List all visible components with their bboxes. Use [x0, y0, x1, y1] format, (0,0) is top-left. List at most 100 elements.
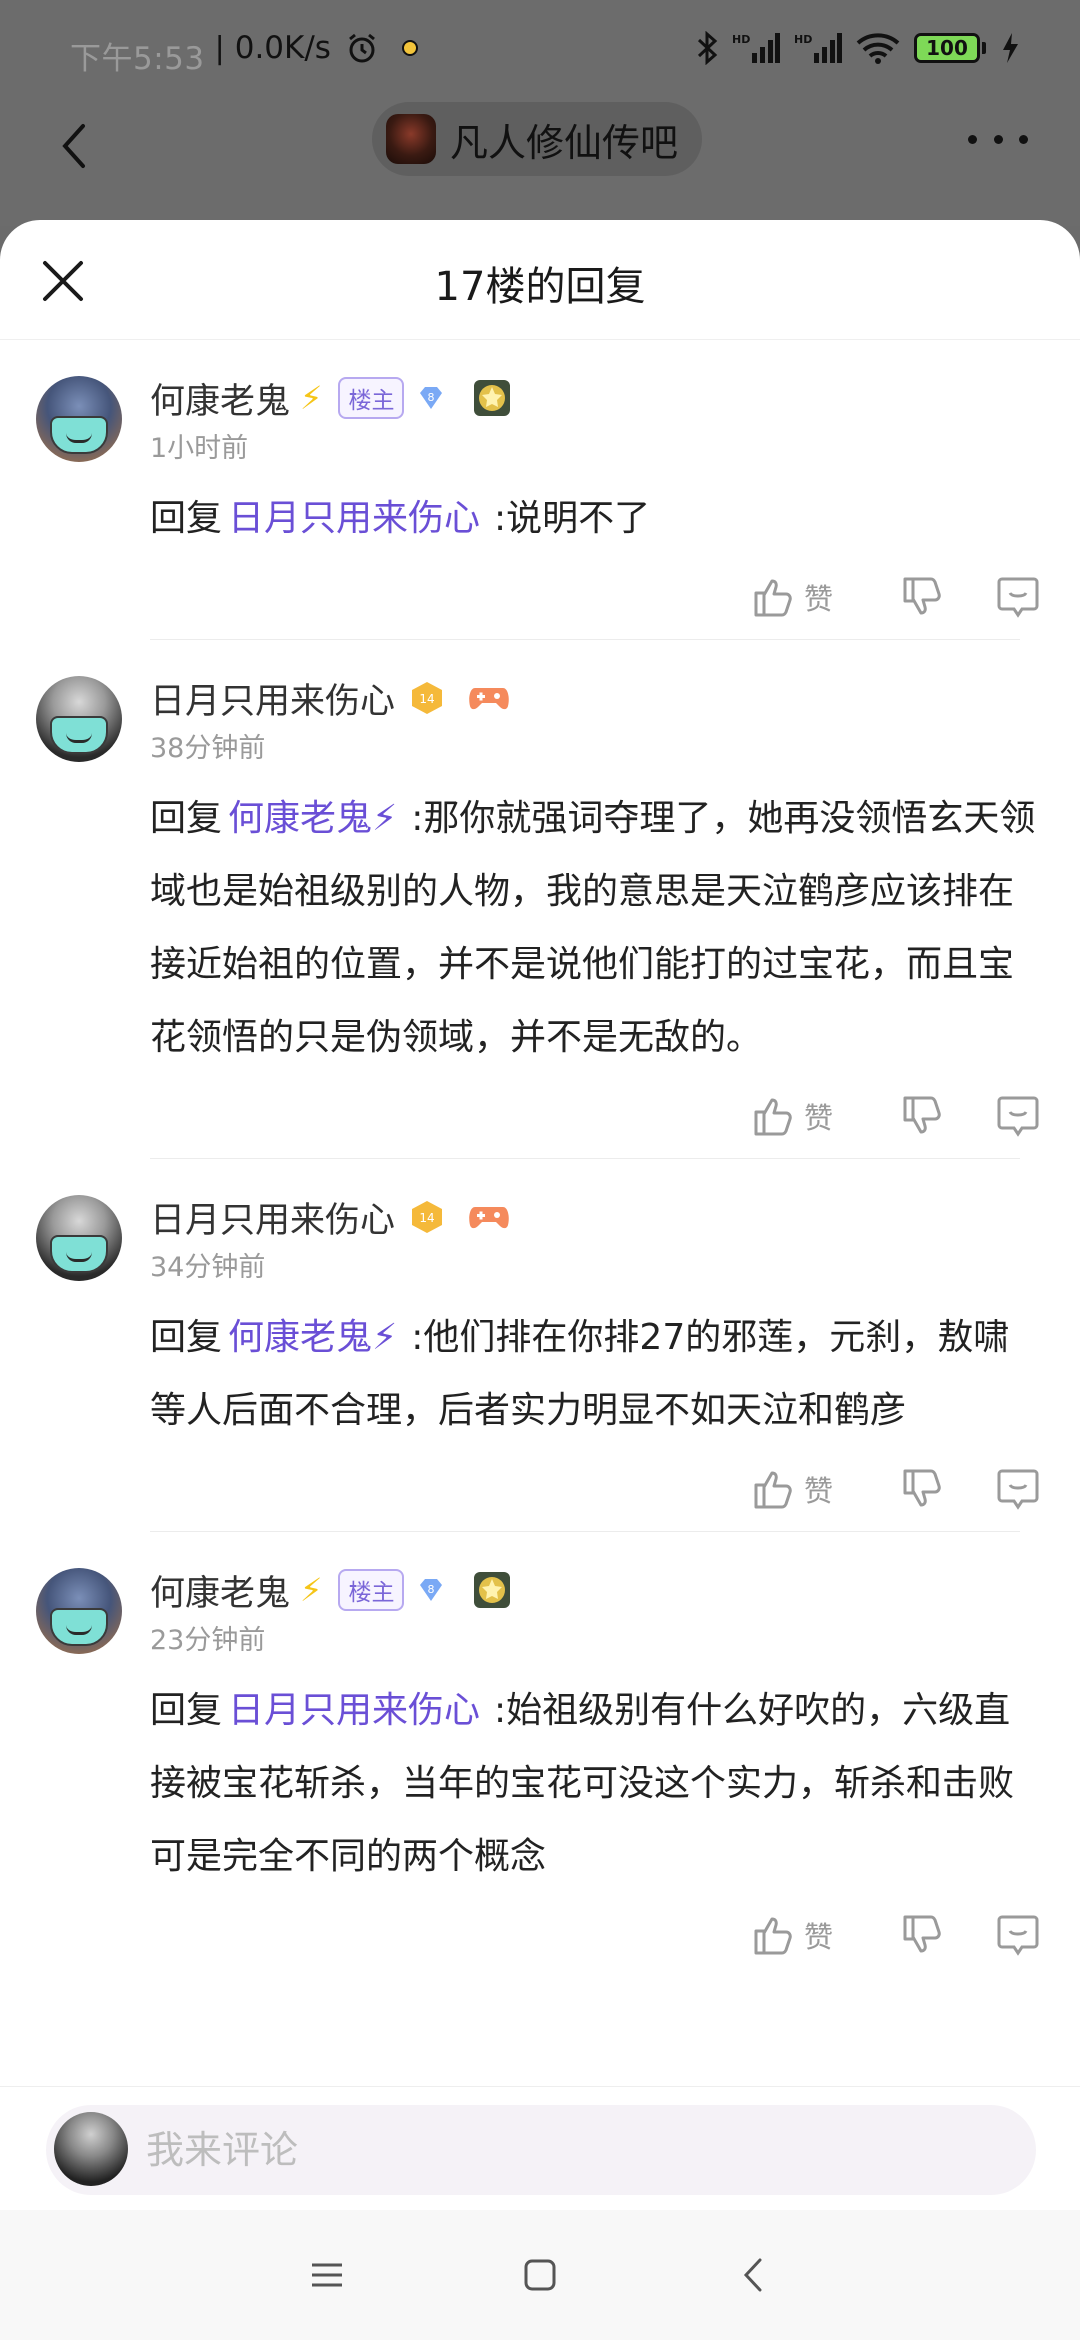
battery-indicator: 100: [914, 33, 986, 63]
like-label: 赞: [804, 1920, 834, 1954]
reply-button[interactable]: [988, 1459, 1048, 1519]
lightning-icon: ⚡: [300, 1571, 323, 1609]
reply-word: 回复: [150, 1690, 223, 1731]
gamepad-icon: [469, 1207, 509, 1229]
author-name[interactable]: 日月只用来伤心: [150, 1192, 395, 1243]
lightning-icon: ⚡: [300, 379, 323, 417]
like-button[interactable]: 赞: [752, 567, 862, 627]
dislike-button[interactable]: [888, 1459, 958, 1519]
bluetooth-icon: [697, 31, 718, 65]
comment-body: 回复 日月只用来伤心:说明不了: [150, 482, 1050, 555]
like-button[interactable]: 赞: [752, 1459, 862, 1519]
mention-link[interactable]: 何康老鬼⚡: [228, 798, 397, 839]
level-badge-icon: 14: [412, 1201, 443, 1233]
more-options-button[interactable]: [968, 124, 1028, 154]
comment-bubble-icon: [997, 1915, 1039, 1956]
comment-actions: 赞: [150, 1447, 1050, 1531]
mention-link[interactable]: 日月只用来伤心: [228, 1690, 480, 1731]
comment-author-row: 日月只用来伤心 14: [150, 640, 1050, 722]
more-dot-icon: [968, 134, 977, 144]
thumbs-down-icon: [903, 1096, 941, 1134]
like-button[interactable]: 赞: [752, 1905, 862, 1965]
comment-author-row: 何康老鬼 ⚡ 楼主 8: [150, 340, 1050, 422]
thumbs-up-icon: [754, 1917, 792, 1955]
reply-button[interactable]: [988, 1086, 1048, 1146]
like-label: 赞: [804, 1474, 834, 1508]
comment-time: 38分钟前: [150, 733, 266, 764]
mention-link[interactable]: 何康老鬼⚡: [228, 1317, 397, 1358]
nav-home-button[interactable]: [500, 2245, 580, 2305]
dislike-button[interactable]: [888, 1905, 958, 1965]
more-dot-icon: [993, 134, 1003, 144]
comment-list: 何康老鬼 ⚡ 楼主 8 1小时前 回复 日月只用来伤心:说明不了 赞 日月只用…: [0, 340, 1080, 1977]
star-medal-icon: [474, 1572, 511, 1608]
comment-item: 何康老鬼 ⚡ 楼主 8 23分钟前 回复 日月只用来伤心:始祖级别有什么好吹的，六…: [0, 1532, 1080, 1977]
wifi-icon: [856, 33, 900, 64]
thumbs-down-icon: [903, 577, 941, 615]
nav-back-button[interactable]: [713, 2245, 793, 2305]
comment-time: 23分钟前: [150, 1625, 266, 1656]
comment-input-bar: [0, 2086, 1080, 2210]
reply-button[interactable]: [988, 1905, 1048, 1965]
comment-actions: 赞: [150, 555, 1050, 639]
svg-text:14: 14: [419, 1211, 434, 1225]
like-label: 赞: [804, 582, 834, 616]
comment-bubble-icon: [997, 577, 1039, 618]
author-name[interactable]: 何康老鬼: [150, 1565, 290, 1616]
svg-text:HD: HD: [794, 33, 812, 46]
svg-text:8: 8: [428, 391, 435, 404]
forum-top-nav: 凡人修仙传吧: [0, 96, 1080, 226]
avatar-mask: [50, 1235, 108, 1273]
like-button[interactable]: 赞: [752, 1086, 862, 1146]
home-square-icon: [524, 2259, 556, 2291]
author-name[interactable]: 何康老鬼: [150, 373, 290, 424]
sheet-header: 17楼的回复: [0, 220, 1080, 340]
mention-link[interactable]: 日月只用来伤心: [228, 498, 480, 539]
avatar[interactable]: [36, 1195, 122, 1281]
comment-author-row: 日月只用来伤心 14: [150, 1159, 1050, 1241]
comment-input[interactable]: [146, 2105, 1006, 2195]
nav-menu-button[interactable]: [287, 2245, 367, 2305]
comment-body: 回复 日月只用来伤心:始祖级别有什么好吹的，六级直接被宝花斩杀，当年的宝花可没这个…: [150, 1674, 1050, 1893]
signal-hd-icon-1: HD: [732, 33, 780, 63]
thumbs-down-icon: [903, 1469, 941, 1507]
dislike-button[interactable]: [888, 1086, 958, 1146]
comment-item: 日月只用来伤心 14 34分钟前 回复 何康老鬼⚡:他们排在你排27的邪莲，元刹，…: [0, 1159, 1080, 1532]
status-right-group: HD HD 100: [696, 31, 1020, 65]
forum-title-pill[interactable]: 凡人修仙传吧: [372, 102, 703, 176]
diamond-level-icon: 8: [420, 1579, 443, 1601]
reply-sheet: 17楼的回复 何康老鬼 ⚡ 楼主 8 1小时前 回复 日月只用来伤心:说明不了 赞: [0, 220, 1080, 2340]
avatar[interactable]: [36, 676, 122, 762]
star-medal-icon: [474, 380, 511, 416]
comment-input-pill[interactable]: [46, 2105, 1036, 2195]
battery-level-label: 100: [926, 36, 968, 60]
forum-name: 凡人修仙传吧: [450, 120, 679, 165]
reply-button[interactable]: [988, 567, 1048, 627]
comment-actions: 赞: [150, 1074, 1050, 1158]
more-dot-icon: [1019, 134, 1028, 144]
status-net-speed: 0.0K/s: [234, 30, 331, 66]
chevron-left-icon: [62, 124, 85, 168]
thumbs-up-icon: [754, 1098, 792, 1136]
status-bar: 下午5:53 | 0.0K/s HD HD 100: [0, 0, 1080, 96]
thumbs-up-icon: [754, 579, 792, 617]
diamond-level-icon: 8: [420, 387, 443, 409]
comment-bubble-icon: [997, 1469, 1039, 1510]
reply-word: 回复: [150, 1317, 223, 1358]
back-button[interactable]: [44, 106, 104, 186]
author-name[interactable]: 日月只用来伤心: [150, 673, 395, 724]
avatar[interactable]: [36, 1568, 122, 1654]
avatar-mask: [50, 716, 108, 754]
gamepad-icon: [469, 688, 509, 710]
charging-icon: [1003, 33, 1018, 63]
comment-time: 1小时前: [150, 433, 249, 464]
dislike-button[interactable]: [888, 567, 958, 627]
comment-actions: 赞: [150, 1893, 1050, 1977]
like-label: 赞: [804, 1101, 834, 1135]
comment-bubble-icon: [997, 1096, 1039, 1137]
back-chevron-icon: [744, 2258, 762, 2292]
battery-body: 100: [914, 33, 980, 63]
svg-text:HD: HD: [732, 33, 750, 46]
menu-icon: [311, 2263, 342, 2287]
avatar[interactable]: [36, 376, 122, 462]
